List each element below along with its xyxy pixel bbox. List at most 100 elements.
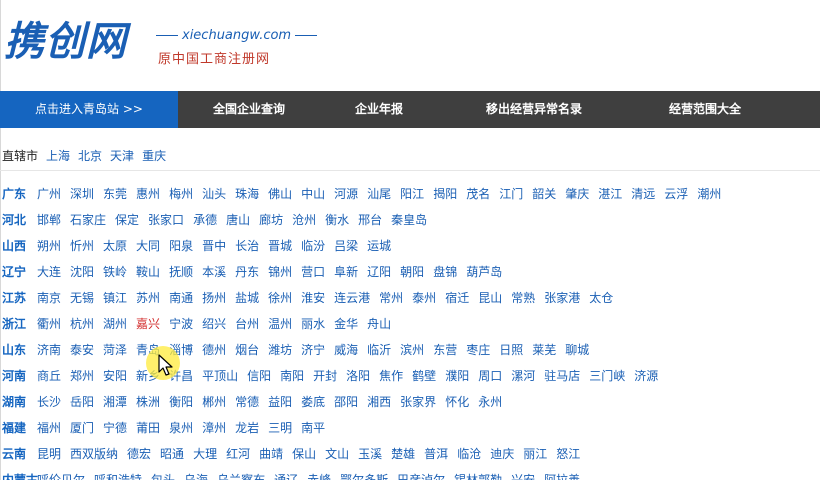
city-link[interactable]: 忻州: [70, 237, 94, 254]
city-link[interactable]: 南阳: [280, 367, 304, 384]
city-link[interactable]: 衡水: [325, 211, 349, 228]
city-link[interactable]: 长沙: [37, 393, 61, 410]
nav-business-scope[interactable]: 经营范围大全: [630, 91, 780, 128]
city-link[interactable]: 日照: [499, 341, 523, 358]
city-link[interactable]: 三明: [268, 419, 292, 436]
city-link[interactable]: 重庆: [142, 147, 166, 164]
city-link[interactable]: 厦门: [70, 419, 94, 436]
city-link[interactable]: 无锡: [70, 289, 94, 306]
city-link[interactable]: 宁波: [169, 315, 193, 332]
city-link[interactable]: 承德: [193, 211, 217, 228]
city-link[interactable]: 安阳: [103, 367, 127, 384]
city-link[interactable]: 张家港: [544, 289, 580, 306]
city-link[interactable]: 郑州: [70, 367, 94, 384]
city-link[interactable]: 昆山: [478, 289, 502, 306]
city-link[interactable]: 怒江: [556, 445, 580, 462]
province-label[interactable]: 河南: [2, 367, 37, 384]
city-link[interactable]: 张家口: [148, 211, 184, 228]
city-link[interactable]: 河源: [334, 185, 358, 202]
province-label[interactable]: 福建: [2, 419, 37, 436]
city-link[interactable]: 鹤壁: [412, 367, 436, 384]
city-link[interactable]: 江门: [499, 185, 523, 202]
city-link[interactable]: 扬州: [202, 289, 226, 306]
city-link[interactable]: 太仓: [589, 289, 613, 306]
city-link[interactable]: 肇庆: [565, 185, 589, 202]
city-link[interactable]: 常州: [379, 289, 403, 306]
city-link[interactable]: 濮阳: [445, 367, 469, 384]
city-link[interactable]: 南通: [169, 289, 193, 306]
city-link[interactable]: 文山: [325, 445, 349, 462]
city-link[interactable]: 迪庆: [490, 445, 514, 462]
city-link[interactable]: 阜新: [334, 263, 358, 280]
city-link[interactable]: 西双版纳: [70, 445, 118, 462]
city-link[interactable]: 上海: [46, 147, 70, 164]
nav-remove-abnormal[interactable]: 移出经营异常名录: [438, 91, 630, 128]
city-link[interactable]: 铁岭: [103, 263, 127, 280]
city-link[interactable]: 玉溪: [358, 445, 382, 462]
city-link[interactable]: 泉州: [169, 419, 193, 436]
city-link[interactable]: 乌兰察布: [217, 471, 265, 480]
city-link[interactable]: 漯河: [511, 367, 535, 384]
city-link[interactable]: 东莞: [103, 185, 127, 202]
city-link[interactable]: 济宁: [301, 341, 325, 358]
city-link[interactable]: 娄底: [301, 393, 325, 410]
city-link[interactable]: 德宏: [127, 445, 151, 462]
city-link[interactable]: 本溪: [202, 263, 226, 280]
city-link[interactable]: 威海: [334, 341, 358, 358]
city-link[interactable]: 兴安: [511, 471, 535, 480]
city-link[interactable]: 梅州: [169, 185, 193, 202]
nav-qingdao-station[interactable]: 点击进入青岛站 >>: [0, 91, 178, 128]
city-link[interactable]: 东营: [433, 341, 457, 358]
city-link[interactable]: 商丘: [37, 367, 61, 384]
city-link[interactable]: 驻马店: [544, 367, 580, 384]
city-link[interactable]: 烟台: [235, 341, 259, 358]
city-link[interactable]: 汕尾: [367, 185, 391, 202]
city-link[interactable]: 昭通: [160, 445, 184, 462]
city-link[interactable]: 巴彦淖尔: [397, 471, 445, 480]
city-link[interactable]: 保山: [292, 445, 316, 462]
city-link[interactable]: 湘潭: [103, 393, 127, 410]
city-link[interactable]: 抚顺: [169, 263, 193, 280]
city-link[interactable]: 舟山: [367, 315, 391, 332]
province-label[interactable]: 江苏: [2, 289, 37, 306]
province-label[interactable]: 河北: [2, 211, 37, 228]
city-link[interactable]: 鞍山: [136, 263, 160, 280]
city-link[interactable]: 泰安: [70, 341, 94, 358]
city-link[interactable]: 潍坊: [268, 341, 292, 358]
city-link[interactable]: 曲靖: [259, 445, 283, 462]
city-link[interactable]: 泰州: [412, 289, 436, 306]
city-link[interactable]: 包头: [151, 471, 175, 480]
city-link[interactable]: 鄂尔多斯: [340, 471, 388, 480]
city-link[interactable]: 漳州: [202, 419, 226, 436]
city-link[interactable]: 衢州: [37, 315, 61, 332]
province-label[interactable]: 辽宁: [2, 263, 37, 280]
province-label[interactable]: 浙江: [2, 315, 37, 332]
city-link[interactable]: 廊坊: [259, 211, 283, 228]
city-link[interactable]: 通辽: [274, 471, 298, 480]
city-link[interactable]: 葫芦岛: [466, 263, 502, 280]
city-link[interactable]: 佛山: [268, 185, 292, 202]
city-link[interactable]: 丹东: [235, 263, 259, 280]
city-link[interactable]: 深圳: [70, 185, 94, 202]
city-link[interactable]: 徐州: [268, 289, 292, 306]
city-link[interactable]: 中山: [301, 185, 325, 202]
city-link[interactable]: 张家界: [400, 393, 436, 410]
city-link[interactable]: 大连: [37, 263, 61, 280]
city-link[interactable]: 莱芜: [532, 341, 556, 358]
city-link[interactable]: 龙岩: [235, 419, 259, 436]
city-link[interactable]: 锡林郭勒: [454, 471, 502, 480]
city-link[interactable]: 济南: [37, 341, 61, 358]
city-link[interactable]: 锦州: [268, 263, 292, 280]
city-link[interactable]: 普洱: [424, 445, 448, 462]
city-link[interactable]: 惠州: [136, 185, 160, 202]
city-link[interactable]: 太原: [103, 237, 127, 254]
city-link[interactable]: 北京: [78, 147, 102, 164]
city-link[interactable]: 宁德: [103, 419, 127, 436]
city-link[interactable]: 辽阳: [367, 263, 391, 280]
city-link[interactable]: 福州: [37, 419, 61, 436]
city-link[interactable]: 焦作: [379, 367, 403, 384]
province-label[interactable]: 山东: [2, 341, 37, 358]
city-link[interactable]: 永州: [478, 393, 502, 410]
city-link[interactable]: 汕头: [202, 185, 226, 202]
city-link[interactable]: 呼和浩特: [94, 471, 142, 480]
